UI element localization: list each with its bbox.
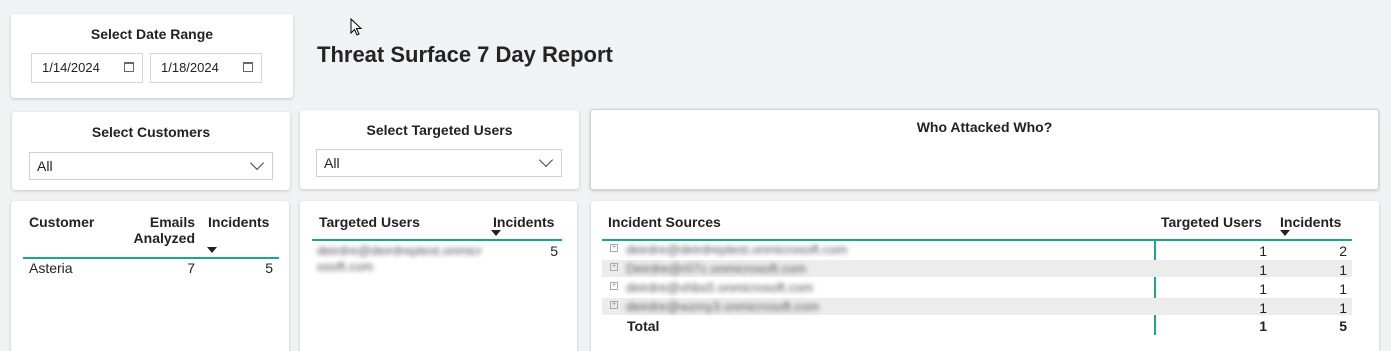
mouse-cursor-icon [350,18,363,36]
date-range-title: Select Date Range [90,26,214,42]
who-attacked-title: Who Attacked Who? [916,119,1053,135]
cell-incident-source: Deirdre@r07c.onmicrosoft.com [626,261,807,276]
calendar-icon[interactable] [124,62,134,72]
cell-incidents: 5 [550,243,558,259]
cell-incident-source: deirdre@deirdreptest.onmicrosoft.com [626,242,848,257]
expand-icon[interactable]: + [610,301,618,309]
col-header-customer[interactable]: Customer [29,214,94,230]
date-range-card: Select Date Range 1/14/2024 1/18/2024 [11,14,293,98]
cell-targeted-users: 1 [1259,243,1267,259]
customers-dropdown-value: All [37,158,53,174]
sources-table-card: Incident Sources Targeted Users Incident… [591,201,1379,351]
column-divider [1154,241,1156,335]
total-incidents: 5 [1339,318,1347,334]
customers-slicer-card: Select Customers All [12,112,290,190]
calendar-icon[interactable] [243,62,253,72]
customers-dropdown[interactable]: All [29,152,273,180]
header-divider [312,239,562,241]
cell-targeted-users: 1 [1259,262,1267,278]
who-attacked-card: Who Attacked Who? [590,109,1379,190]
col-header-incidents[interactable]: Incidents [493,214,554,230]
cell-incidents: 2 [1339,243,1347,259]
sort-desc-icon[interactable] [491,230,501,236]
sort-desc-icon[interactable] [207,247,217,253]
header-divider [602,239,1352,241]
users-dropdown-value: All [324,155,340,171]
cell-emails: 7 [187,260,195,276]
col-header-targeted-users[interactable]: Targeted Users [1161,214,1262,230]
customer-table-card: Customer Emails Analyzed Incidents Aster… [11,201,289,351]
header-divider [23,257,279,259]
col-header-incidents[interactable]: Incidents [1280,214,1341,230]
col-header-targeted-users[interactable]: Targeted Users [319,214,420,230]
cell-targeted-user: deirdre@deirdreptest.onmicrosoft.com [317,243,482,274]
chevron-down-icon[interactable] [249,155,265,171]
cell-incidents: 1 [1339,281,1347,297]
expand-icon[interactable]: + [610,263,618,271]
cell-customer: Asteria [29,260,73,276]
sort-desc-icon[interactable] [1280,230,1290,236]
col-header-emails-label: Emails Analyzed [133,214,195,246]
cell-targeted-users: 1 [1259,300,1267,316]
expand-icon[interactable]: + [610,282,618,290]
customers-slicer-title: Select Customers [91,124,211,140]
users-slicer-title: Select Targeted Users [366,122,513,138]
page-title: Threat Surface 7 Day Report [317,42,613,67]
end-date-value: 1/18/2024 [161,60,219,75]
chevron-down-icon[interactable] [538,152,554,168]
col-header-incident-sources[interactable]: Incident Sources [608,214,721,230]
total-label: Total [627,318,660,334]
cell-incident-source: deirdre@xhbs5.onmicrosoft.com [626,280,814,295]
cell-incident-source: deirdre@wzmy3.onmicrosoft.com [626,299,820,314]
cell-incidents: 1 [1339,262,1347,278]
col-header-emails[interactable]: Emails Analyzed [121,214,195,246]
users-slicer-card: Select Targeted Users All [300,110,579,189]
users-dropdown[interactable]: All [316,149,562,177]
cell-targeted-users: 1 [1259,281,1267,297]
start-date-value: 1/14/2024 [42,60,100,75]
col-header-incidents[interactable]: Incidents [208,214,269,230]
end-date-input[interactable]: 1/18/2024 [150,53,262,83]
total-targeted-users: 1 [1259,318,1267,334]
start-date-input[interactable]: 1/14/2024 [31,53,143,83]
cell-incidents: 1 [1339,300,1347,316]
expand-icon[interactable]: + [610,244,618,252]
users-table-card: Targeted Users Incidents deirdre@deirdre… [300,201,577,351]
cell-incidents: 5 [265,260,273,276]
